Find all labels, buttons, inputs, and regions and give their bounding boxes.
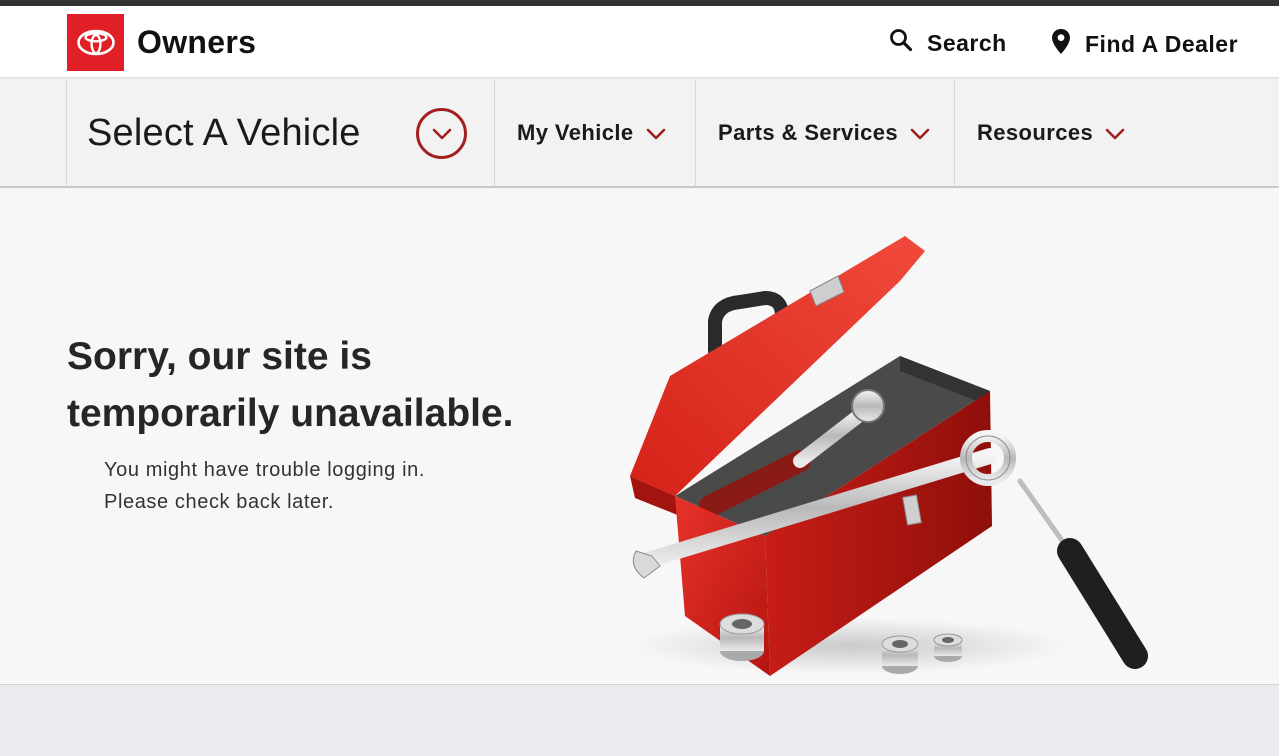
select-vehicle-label: Select A Vehicle [87,111,361,154]
find-dealer-label: Find A Dealer [1085,31,1239,57]
site-header: Owners Search Find A Dealer [0,6,1279,78]
nav-item-label: Parts & Services [718,120,899,145]
main-nav: Select A Vehicle My Vehicle Parts & Serv… [0,79,1279,187]
nav-item-label: My Vehicle [517,120,634,145]
nav-item-resources[interactable]: Resources [954,79,1279,187]
maintenance-message-section: Sorry, our site is temporarily unavailab… [0,188,1279,685]
location-pin-icon [1051,28,1071,61]
chevron-down-circle-icon[interactable] [416,108,467,159]
chevron-down-icon [910,120,930,146]
search-icon [889,28,913,58]
chevron-down-icon [1105,120,1125,146]
maintenance-message: You might have trouble logging in. Pleas… [104,454,524,518]
headline-line-1: Sorry, our site is [67,335,372,378]
toyota-logo-icon[interactable] [67,14,124,71]
find-dealer-link[interactable]: Find A Dealer [1051,28,1238,61]
select-vehicle-button[interactable]: Select A Vehicle [66,79,495,187]
nav-item-label: Resources [977,120,1094,145]
message-line-2: Please check back later. [104,491,335,513]
headline-line-2: temporarily unavailable. [67,392,514,435]
nav-item-my-vehicle[interactable]: My Vehicle [494,79,695,187]
chevron-down-icon [646,120,666,146]
socket-icon [719,613,765,661]
message-line-1: You might have trouble logging in. [104,459,425,481]
toolbox-illustration [630,236,1148,676]
brand-title[interactable]: Owners [137,24,256,61]
nav-item-parts-services[interactable]: Parts & Services [695,79,954,187]
page-title: Sorry, our site is temporarily unavailab… [67,328,587,442]
search-button[interactable]: Search [889,28,1007,58]
footer-area [0,686,1279,756]
search-label: Search [927,29,1007,56]
